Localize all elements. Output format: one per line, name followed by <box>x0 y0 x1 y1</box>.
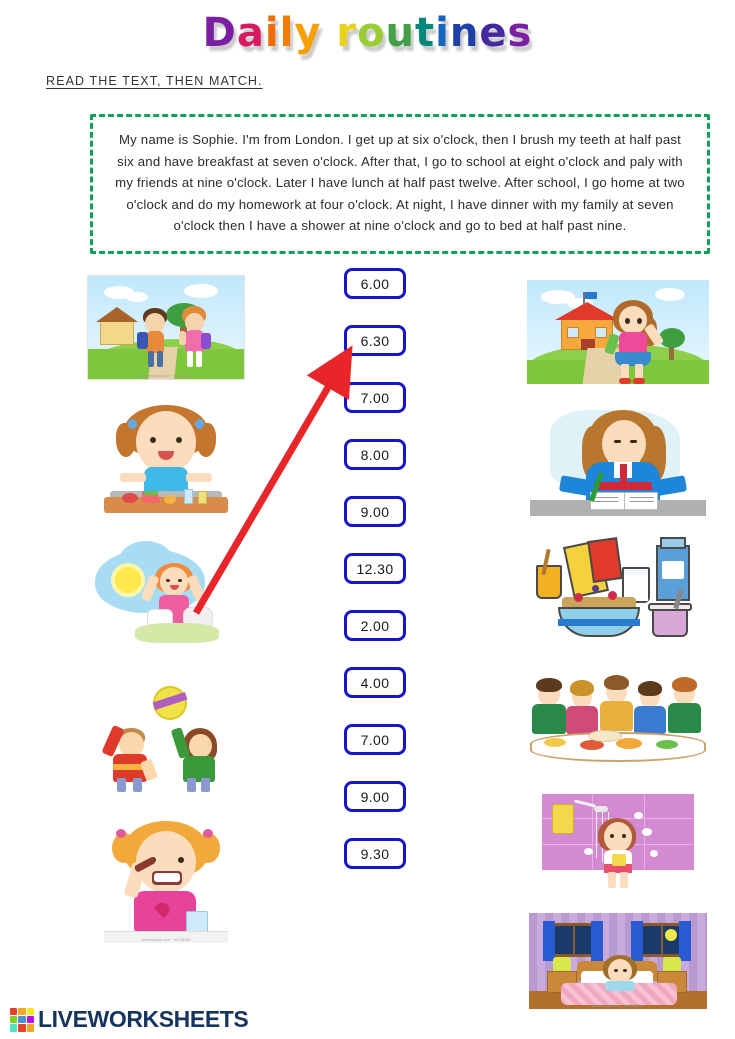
reading-text: My name is Sophie. I'm from London. I ge… <box>115 132 685 233</box>
image-have-breakfast[interactable] <box>527 537 708 647</box>
time-box-2-00[interactable]: 2.00 <box>344 610 406 641</box>
liveworksheets-footer: LIVEWORKSHEETS <box>10 1006 249 1033</box>
logo-tile-0 <box>10 1007 18 1015</box>
picture-slot-left-5[interactable]: shutterstock.com · 61726489 <box>46 806 286 951</box>
image-go-to-school-with-friends[interactable]: shutterstock.com · 732604210 <box>87 274 245 380</box>
reading-text-box: My name is Sophie. I'm from London. I ge… <box>90 114 710 254</box>
image-play-with-friends-ball[interactable] <box>95 680 237 792</box>
image-credit: shutterstock.com · 61726489 <box>141 937 191 942</box>
logo-tile-7 <box>18 1024 26 1032</box>
liveworksheets-logo-icon <box>10 1007 34 1032</box>
picture-slot-left-1[interactable]: shutterstock.com · 732604210 <box>46 268 286 386</box>
title-letter-8: u <box>385 10 416 56</box>
picture-slot-left-4[interactable] <box>46 666 286 806</box>
picture-slot-right-4[interactable] <box>505 658 730 786</box>
picture-slot-right-2[interactable] <box>505 396 730 526</box>
logo-tile-2 <box>26 1007 34 1015</box>
image-have-lunch-tray[interactable] <box>100 397 232 515</box>
image-brush-teeth[interactable]: shutterstock.com · 61726489 <box>98 814 234 943</box>
picture-slot-left-2[interactable] <box>46 386 286 526</box>
time-box-7-00[interactable]: 7.00 <box>344 724 406 755</box>
title-letter-10: i <box>435 10 450 56</box>
logo-tile-4 <box>18 1015 26 1024</box>
page-title: Daily routines <box>203 10 533 56</box>
image-have-dinner-with-family[interactable] <box>527 670 708 774</box>
title-letter-7: o <box>357 10 386 56</box>
right-picture-column: shutterstock.com · 689953235 <box>505 268 730 1016</box>
image-go-to-bed[interactable]: shutterstock.com · 689953235 <box>528 913 707 1009</box>
title-letter-3: l <box>279 10 295 56</box>
image-have-a-shower[interactable] <box>537 794 698 898</box>
image-go-home-from-school[interactable] <box>526 280 709 384</box>
image-do-homework[interactable] <box>529 406 706 516</box>
time-box-6-30[interactable]: 6.30 <box>344 325 406 356</box>
left-picture-column: shutterstock.com · 732604210 shutterstoc… <box>46 268 286 951</box>
time-box-9-00[interactable]: 9.00 <box>344 781 406 812</box>
title-letter-9: t <box>415 10 436 56</box>
picture-slot-right-5[interactable] <box>505 786 730 906</box>
time-box-9-30[interactable]: 9.30 <box>344 838 406 869</box>
title-letter-11: n <box>449 10 480 56</box>
picture-slot-right-6[interactable]: shutterstock.com · 689953235 <box>505 906 730 1016</box>
title-letter-4: y <box>294 10 322 56</box>
image-get-up-wake-up[interactable] <box>91 541 241 651</box>
title-letter-1: a <box>236 10 265 56</box>
picture-slot-right-1[interactable] <box>505 268 730 396</box>
title-letter-6: r <box>336 10 358 56</box>
picture-slot-right-3[interactable] <box>505 526 730 658</box>
time-box-7-00[interactable]: 7.00 <box>344 382 406 413</box>
title-letter-5 <box>321 10 336 56</box>
title-letter-0: D <box>202 10 237 56</box>
logo-tile-6 <box>10 1024 18 1032</box>
title-letter-13: s <box>507 10 533 56</box>
logo-tile-5 <box>26 1015 34 1024</box>
logo-tile-8 <box>26 1024 34 1032</box>
time-box-9-00[interactable]: 9.00 <box>344 496 406 527</box>
logo-tile-3 <box>10 1015 18 1024</box>
instruction-line: READ THE TEXT, THEN MATCH. <box>46 74 263 88</box>
time-box-4-00[interactable]: 4.00 <box>344 667 406 698</box>
time-box-12-30[interactable]: 12.30 <box>344 553 406 584</box>
page-header: Daily routines <box>0 10 735 56</box>
title-letter-2: i <box>264 10 280 56</box>
time-box-8-00[interactable]: 8.00 <box>344 439 406 470</box>
picture-slot-left-3[interactable] <box>46 526 286 666</box>
title-letter-12: e <box>479 10 508 56</box>
image-credit: shutterstock.com · 732604210 <box>140 373 192 378</box>
logo-tile-1 <box>18 1007 26 1015</box>
time-box-6-00[interactable]: 6.00 <box>344 268 406 299</box>
liveworksheets-brand-text: LIVEWORKSHEETS <box>38 1006 249 1032</box>
time-boxes-column: 6.00 6.30 7.00 8.00 9.00 12.30 2.00 4.00 7.00 9.0… <box>330 268 420 895</box>
image-credit: shutterstock.com · 689953235 <box>591 1004 644 1008</box>
